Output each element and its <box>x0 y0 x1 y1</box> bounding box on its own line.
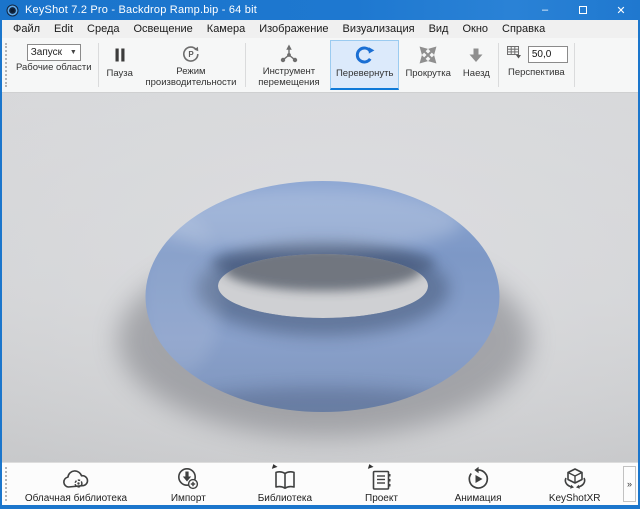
menu-edit[interactable]: Edit <box>47 21 80 37</box>
import-icon <box>175 466 201 492</box>
minimize-button[interactable]: – <box>526 0 564 20</box>
maximize-button[interactable] <box>564 0 602 20</box>
maximize-icon <box>579 6 587 14</box>
toolbar-separator <box>98 43 99 87</box>
dolly-button[interactable]: Наезд <box>457 40 496 90</box>
window-title: KeyShot 7.2 Pro - Backdrop Ramp.bip - 64… <box>25 4 526 16</box>
toolbar-separator <box>498 43 499 87</box>
project-button[interactable]: Проект <box>333 464 430 504</box>
dock-drag-handle[interactable] <box>5 467 10 501</box>
keyshotxr-cube-icon <box>561 466 589 492</box>
menu-help[interactable]: Справка <box>495 21 552 37</box>
animation-icon <box>465 466 491 492</box>
menu-view[interactable]: Вид <box>422 21 456 37</box>
app-window: KeyShot 7.2 Pro - Backdrop Ramp.bip - 64… <box>0 0 640 509</box>
performance-icon: P <box>181 43 201 65</box>
rotate-icon <box>354 43 376 67</box>
pan-arrows-icon <box>418 43 438 67</box>
menu-image[interactable]: Изображение <box>252 21 335 37</box>
workspace-group: Запуск ▼ Рабочие области <box>12 40 96 90</box>
toolbar-separator <box>245 43 246 87</box>
menu-lighting[interactable]: Освещение <box>127 21 200 37</box>
dock-overflow-button[interactable]: » <box>623 466 636 502</box>
pan-button[interactable]: Прокрутка <box>399 40 456 90</box>
tumble-button[interactable]: Перевернуть <box>330 40 399 90</box>
menu-bar: Файл Edit Среда Освещение Камера Изображ… <box>2 20 638 38</box>
animation-button[interactable]: Анимация <box>430 464 527 504</box>
close-button[interactable]: ✕ <box>602 0 640 20</box>
render-viewport[interactable] <box>2 93 638 462</box>
library-button[interactable]: Библиотека <box>237 464 334 504</box>
torus-scene <box>2 93 638 462</box>
library-book-icon <box>271 466 299 492</box>
cloud-library-icon <box>61 466 91 492</box>
main-toolbar: Запуск ▼ Рабочие области Пауза P Режим п… <box>2 38 638 93</box>
toolbar-drag-handle[interactable] <box>5 43 10 87</box>
perspective-group: Перспектива <box>501 40 572 90</box>
menu-render[interactable]: Визуализация <box>336 21 422 37</box>
perspective-value-input[interactable] <box>528 46 568 63</box>
toolbar-separator <box>574 43 575 87</box>
title-bar: KeyShot 7.2 Pro - Backdrop Ramp.bip - 64… <box>0 0 640 20</box>
workspace-select-value: Запуск <box>31 47 62 58</box>
chevron-down-icon: ▼ <box>70 49 77 56</box>
workspace-select[interactable]: Запуск ▼ <box>27 44 81 61</box>
pause-button[interactable]: Пауза <box>101 40 139 90</box>
project-notebook-icon <box>368 466 394 492</box>
move-gizmo-icon <box>279 43 299 65</box>
performance-mode-button[interactable]: P Режим производительности <box>139 40 243 90</box>
svg-text:P: P <box>188 50 194 59</box>
menu-environment[interactable]: Среда <box>80 21 126 37</box>
bottom-dock: Облачная библиотека Импорт <box>2 462 638 505</box>
perspective-label: Перспектива <box>508 68 565 79</box>
keyshotxr-button[interactable]: KeyShotXR <box>526 464 623 504</box>
pause-icon <box>110 43 130 67</box>
dolly-arrow-icon <box>466 43 486 67</box>
keyshot-app-icon <box>6 4 19 17</box>
menu-file[interactable]: Файл <box>6 21 47 37</box>
menu-window[interactable]: Окно <box>455 21 495 37</box>
perspective-grid-icon <box>505 43 523 66</box>
menu-camera[interactable]: Камера <box>200 21 252 37</box>
workspace-label: Рабочие области <box>16 63 92 74</box>
cloud-library-button[interactable]: Облачная библиотека <box>12 464 140 504</box>
import-button[interactable]: Импорт <box>140 464 237 504</box>
move-tool-button[interactable]: Инструмент перемещения <box>248 40 330 90</box>
